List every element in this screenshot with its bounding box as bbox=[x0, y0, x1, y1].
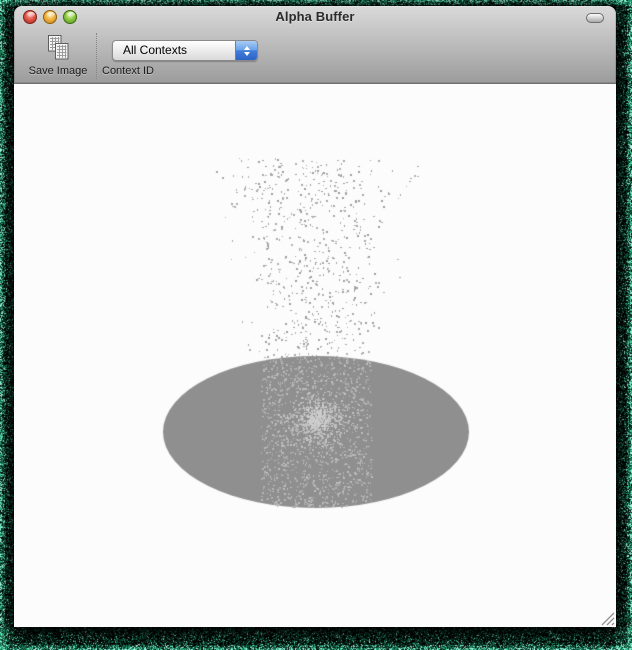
arrow-up-icon bbox=[244, 46, 250, 50]
toolbar-toggle-button[interactable] bbox=[586, 13, 604, 23]
titlebar[interactable]: Alpha Buffer bbox=[14, 6, 616, 28]
up-down-stepper-icon bbox=[235, 41, 257, 60]
save-image-button[interactable]: Save Image bbox=[24, 28, 92, 84]
window-header: Alpha Buffer Save Image bbox=[14, 6, 616, 84]
alpha-buffer-view bbox=[14, 84, 616, 627]
window-title: Alpha Buffer bbox=[14, 9, 616, 24]
context-popup-value: All Contexts bbox=[123, 41, 187, 60]
toolbar: Save Image All Contexts Context ID bbox=[14, 28, 616, 84]
save-image-label: Save Image bbox=[14, 65, 102, 77]
toolbar-separator bbox=[96, 33, 97, 79]
resize-grip[interactable] bbox=[599, 610, 615, 626]
alpha-buffer-render bbox=[14, 84, 616, 627]
context-id-group: All Contexts Context ID bbox=[112, 28, 258, 84]
save-image-icon bbox=[24, 35, 92, 61]
context-id-label: Context ID bbox=[102, 65, 268, 77]
arrow-down-icon bbox=[244, 52, 250, 56]
alpha-buffer-window: Alpha Buffer Save Image bbox=[14, 6, 616, 627]
context-popup[interactable]: All Contexts bbox=[112, 40, 258, 61]
